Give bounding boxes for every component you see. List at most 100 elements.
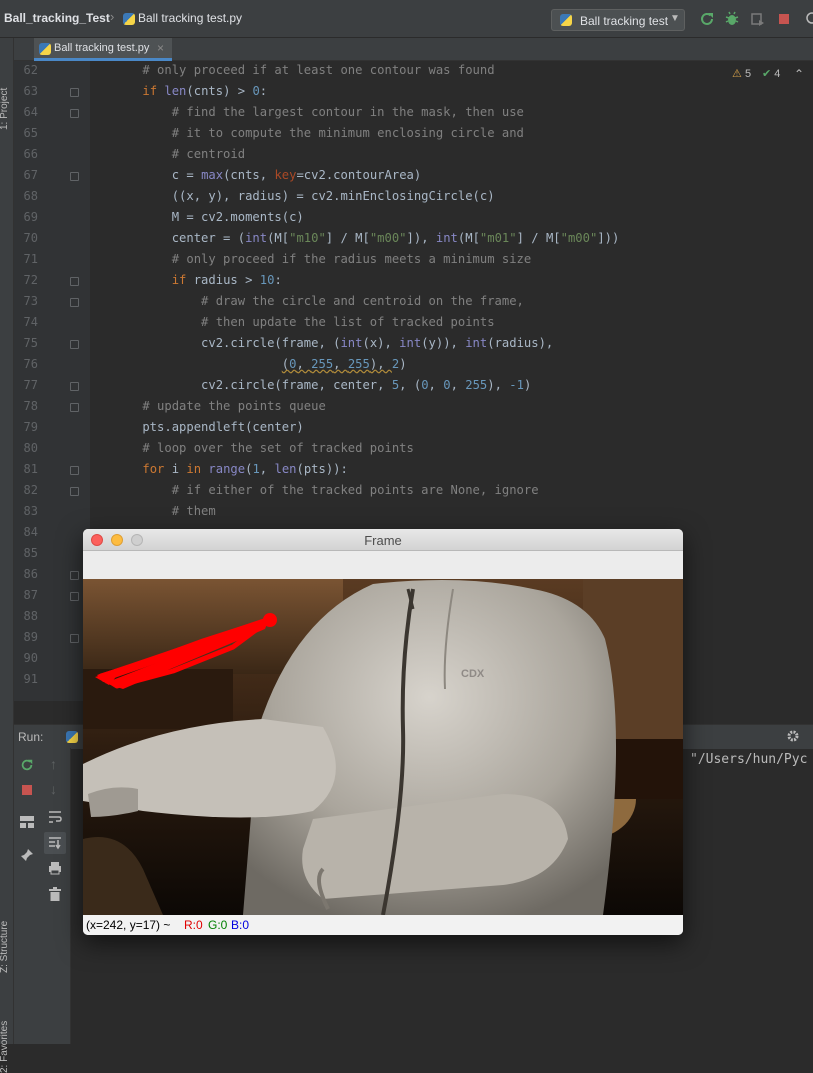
warnings-count: 5 <box>744 68 752 80</box>
run-toolbar-secondary: ↑ ↓ <box>42 748 71 1044</box>
fold-marker-icon[interactable] <box>70 487 79 496</box>
stop-icon[interactable] <box>776 11 792 27</box>
code-token: , ( <box>399 378 422 392</box>
arrow-down-icon[interactable]: ↓ <box>50 781 57 797</box>
stop-icon[interactable] <box>21 784 33 796</box>
pin-icon[interactable] <box>20 848 34 862</box>
code-line[interactable]: 73 # draw the circle and centroid on the… <box>0 291 813 312</box>
run-panel-label: Run: <box>18 730 44 744</box>
code-line[interactable]: 65 # it to compute the minimum enclosing… <box>0 123 813 144</box>
code-token: , <box>333 357 348 371</box>
code-token: cv2.circle(frame, center, <box>113 378 392 392</box>
code-line[interactable]: 67 c = max(cnts, key=cv2.contourArea) <box>0 165 813 186</box>
code-token: ((x, y), radius) = cv2.minEnclosingCircl… <box>113 189 495 203</box>
code-line[interactable]: 82 # if either of the tracked points are… <box>0 480 813 501</box>
run-configuration-select[interactable]: Ball tracking test ▼ <box>551 9 685 31</box>
typo-indicator[interactable]: ✔ 4 <box>762 67 780 80</box>
close-icon[interactable]: × <box>157 41 164 55</box>
line-number: 68 <box>23 189 38 203</box>
code-token: if <box>142 84 165 98</box>
code-line[interactable]: 81 for i in range(1, len(pts)): <box>0 459 813 480</box>
fold-marker-icon[interactable] <box>70 88 79 97</box>
favorites-tool-tab[interactable]: 2: Favorites <box>0 1021 10 1073</box>
code-line[interactable]: 72 if radius > 10: <box>0 270 813 291</box>
camera-frame-image[interactable]: CDX <box>83 579 683 915</box>
scroll-to-end-button[interactable] <box>44 832 66 854</box>
profile-icon[interactable] <box>750 11 766 27</box>
tab-ball-tracking-test[interactable]: Ball tracking test.py × <box>34 38 172 61</box>
line-number: 89 <box>23 630 38 644</box>
code-line[interactable]: 69 M = cv2.moments(c) <box>0 207 813 228</box>
search-icon[interactable] <box>803 11 813 27</box>
chevron-up-icon[interactable]: ⌃ <box>794 67 804 81</box>
code-line[interactable]: 66 # centroid <box>0 144 813 165</box>
fold-marker-icon[interactable] <box>70 403 79 412</box>
code-line[interactable]: 64 # find the largest contour in the mas… <box>0 102 813 123</box>
frame-window[interactable]: Frame CDX (x=242, y=17) ~ R:0 G:0 B:0 <box>83 529 683 935</box>
console-output[interactable]: "/Users/hun/Pyc <box>690 752 807 767</box>
soft-wrap-icon[interactable] <box>48 810 62 824</box>
code-line[interactable]: 80 # loop over the set of tracked points <box>0 438 813 459</box>
fold-marker-icon[interactable] <box>70 109 79 118</box>
code-line[interactable]: 75 cv2.circle(frame, (int(x), int(y)), i… <box>0 333 813 354</box>
code-token: ])) <box>597 231 620 245</box>
code-token: radius > <box>193 273 260 287</box>
code-line[interactable]: 78 # update the points queue <box>0 396 813 417</box>
warning-icon: ⚠ <box>732 68 742 80</box>
breadcrumb-separator: › <box>110 9 115 24</box>
fold-marker-icon[interactable] <box>70 592 79 601</box>
check-icon: ✔ <box>762 68 772 80</box>
code-line[interactable]: 79 pts.appendleft(center) <box>0 417 813 438</box>
fold-marker-icon[interactable] <box>70 382 79 391</box>
code-line[interactable]: 71 # only proceed if the radius meets a … <box>0 249 813 270</box>
code-token: # them <box>113 504 216 518</box>
code-token: "m10" <box>289 231 326 245</box>
window-titlebar[interactable]: Frame <box>83 529 683 551</box>
code-token: 0 <box>443 378 451 392</box>
code-line[interactable]: 68 ((x, y), radius) = cv2.minEnclosingCi… <box>0 186 813 207</box>
fold-marker-icon[interactable] <box>70 277 79 286</box>
arrow-up-icon[interactable]: ↑ <box>50 756 57 772</box>
line-number: 88 <box>23 609 38 623</box>
trash-icon[interactable] <box>49 887 61 901</box>
code-token: ] / M[ <box>325 231 370 245</box>
breadcrumb-project[interactable]: Ball_tracking_Test <box>4 11 110 25</box>
line-number: 63 <box>23 84 38 98</box>
code-line[interactable]: 77 cv2.circle(frame, center, 5, (0, 0, 2… <box>0 375 813 396</box>
print-icon[interactable] <box>48 861 62 875</box>
code-line[interactable]: 74 # then update the list of tracked poi… <box>0 312 813 333</box>
debug-icon[interactable] <box>724 11 740 27</box>
code-token: 0 <box>421 378 429 392</box>
code-line[interactable]: 62 # only proceed if at least one contou… <box>0 60 813 81</box>
code-token: ]), <box>406 231 436 245</box>
fold-marker-icon[interactable] <box>70 466 79 475</box>
line-number: 90 <box>23 651 38 665</box>
code-text: # if either of the tracked points are No… <box>113 480 539 501</box>
code-line[interactable]: 70 center = (int(M["m10"] / M["m00"]), i… <box>0 228 813 249</box>
warnings-indicator[interactable]: ⚠ 5 <box>732 67 751 80</box>
python-run-icon[interactable] <box>66 731 78 743</box>
code-token: (pts)): <box>296 462 348 476</box>
code-line[interactable]: 76 (0, 255, 255), 2) <box>0 354 813 375</box>
fold-marker-icon[interactable] <box>70 172 79 181</box>
code-line[interactable]: 83 # them <box>0 501 813 522</box>
code-token: cv2.circle(frame, ( <box>113 336 341 350</box>
fold-marker-icon[interactable] <box>70 571 79 580</box>
code-line[interactable]: 63 if len(cnts) > 0: <box>0 81 813 102</box>
gear-icon[interactable] <box>786 729 800 743</box>
rerun-icon[interactable] <box>20 758 34 772</box>
rerun-icon[interactable] <box>699 11 715 27</box>
code-token: (y)), <box>421 336 466 350</box>
code-token: # loop over the set of tracked points <box>113 441 414 455</box>
code-token: ), <box>487 378 510 392</box>
code-text: # them <box>113 501 216 522</box>
code-text: # only proceed if the radius meets a min… <box>113 249 532 270</box>
breadcrumb-file[interactable]: Ball tracking test.py <box>138 11 242 25</box>
layout-icon[interactable] <box>20 816 34 828</box>
code-token: (cnts) > <box>186 84 253 98</box>
structure-tool-tab[interactable]: Z: Structure <box>0 921 10 973</box>
fold-marker-icon[interactable] <box>70 298 79 307</box>
fold-marker-icon[interactable] <box>70 634 79 643</box>
line-number: 87 <box>23 588 38 602</box>
fold-marker-icon[interactable] <box>70 340 79 349</box>
